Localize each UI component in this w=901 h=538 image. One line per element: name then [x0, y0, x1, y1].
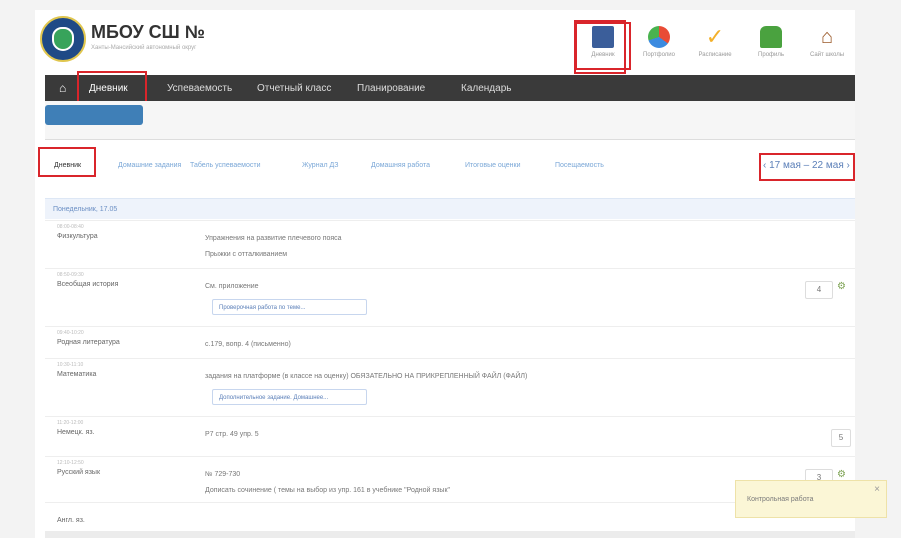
header: МБОУ СШ № Ханты-Мансийский автономный ок…: [35, 10, 855, 72]
lesson-time: 09:40-10:20: [57, 330, 84, 336]
lesson-time: 11:20-12:00: [57, 420, 84, 426]
tab-grades-table[interactable]: Табель успеваемости: [190, 162, 260, 169]
check-icon: ✓: [705, 24, 725, 49]
gear-icon[interactable]: ⚙: [837, 281, 846, 292]
app-label: Профиль: [758, 52, 784, 58]
app-profile-button[interactable]: Профиль: [743, 22, 799, 70]
lesson-row: 11:20-12:00 Немецк. яз. Р7 стр. 49 упр. …: [45, 416, 855, 457]
lesson-subject: Родная литература: [57, 339, 120, 346]
grade-badge: 5: [831, 429, 851, 447]
close-icon[interactable]: ×: [874, 484, 880, 495]
day-title: Понедельник, 17.05: [53, 206, 118, 213]
tab-hw-journal[interactable]: Журнал ДЗ: [302, 162, 338, 169]
nav-item-report-class[interactable]: Отчетный класс: [257, 83, 331, 94]
app-label: Сайт школы: [809, 52, 845, 58]
homework-item: Упражнения на развитие плечевого пояса: [205, 235, 342, 242]
homework-item: с.179, вопр. 4 (письменно): [205, 341, 291, 348]
grade-badge: 4: [805, 281, 833, 299]
lesson-row: 10:30-11:10 Математика задания на платфо…: [45, 358, 855, 417]
notification-text[interactable]: Контрольная работа: [747, 496, 813, 503]
homework-item: Прыжки с отталкиванием: [205, 251, 288, 258]
homework-item: См. приложение: [205, 283, 259, 290]
app-frame: МБОУ СШ № Ханты-Мансийский автономный ок…: [35, 10, 855, 538]
notification-toast: Контрольная работа ×: [735, 480, 887, 518]
lesson-subject: Математика: [57, 371, 97, 378]
lesson-row: 08:00-08:40 Физкультура Упражнения на ра…: [45, 220, 855, 269]
lesson-time: 10:30-11:10: [57, 362, 84, 368]
lesson-subject: Физкультура: [57, 233, 98, 240]
tab-homework[interactable]: Домашние задания: [118, 162, 181, 169]
tab-final-grades[interactable]: Итоговые оценки: [465, 162, 521, 169]
tab-home-work[interactable]: Домашняя работа: [371, 162, 430, 169]
nav-item-progress[interactable]: Успеваемость: [167, 83, 232, 94]
lesson-subject: Русский язык: [57, 469, 101, 476]
lesson-time: 08:00-08:40: [57, 224, 84, 230]
highlight-week-switcher: [759, 153, 855, 181]
app-label: Портфолио: [643, 52, 675, 58]
home-icon[interactable]: ⌂: [59, 81, 66, 95]
lesson-subject: Англ. яз.: [57, 517, 85, 524]
nav-item-calendar[interactable]: Календарь: [461, 83, 511, 94]
homework-item: задания на платформе (в классе на оценку…: [205, 373, 528, 380]
lesson-subject: Немецк. яз.: [57, 429, 95, 436]
highlight-tab-diary: [38, 147, 96, 177]
app-label: Расписание: [698, 52, 732, 58]
app-site-button[interactable]: ⌂ Сайт школы: [799, 22, 855, 70]
person-icon: [760, 26, 782, 48]
lesson-time: 12:10-12:50: [57, 460, 84, 466]
lesson-row: 08:50-09:30 Всеобщая история См. приложе…: [45, 268, 855, 327]
homework-item: № 729-730: [205, 471, 241, 478]
attachment-link[interactable]: Дополнительное задание. Домашнее...: [212, 389, 367, 405]
highlight-app-diary: [574, 20, 626, 74]
tab-attendance[interactable]: Посещаемость: [555, 162, 604, 169]
chart-icon: [648, 26, 670, 48]
lesson-row: 09:40-10:20 Родная литература с.179, воп…: [45, 326, 855, 359]
school-title: МБОУ СШ №: [91, 22, 205, 42]
app-schedule-button[interactable]: ✓ Расписание: [687, 22, 743, 70]
lesson-time: 08:50-09:30: [57, 272, 84, 278]
school-subtitle: Ханты-Мансийский автономный округ: [91, 45, 197, 51]
lesson-row: Англ. яз.: [45, 502, 855, 532]
gear-icon[interactable]: ⚙: [837, 469, 846, 480]
lesson-subject: Всеобщая история: [57, 281, 119, 288]
highlight-nav-diary: [77, 71, 147, 105]
subheader: [45, 101, 855, 140]
nav-item-planning[interactable]: Планирование: [357, 83, 425, 94]
bottom-scroll-area[interactable]: [45, 531, 855, 538]
homework-item: Дописать сочинение ( темы на выбор из уп…: [205, 487, 450, 494]
tabs: Дневник Домашние задания Табель успеваем…: [45, 155, 855, 181]
primary-action-button[interactable]: [45, 105, 143, 125]
homework-item: Р7 стр. 49 упр. 5: [205, 431, 259, 438]
attachment-link[interactable]: Проверочная работа по теме...: [212, 299, 367, 315]
day-header: Понедельник, 17.05: [45, 198, 855, 219]
app-portfolio-button[interactable]: Портфолио: [631, 22, 687, 70]
main-nav: ⌂ Дневник Успеваемость Отчетный класс Пл…: [45, 75, 855, 101]
home-icon: ⌂: [820, 26, 834, 48]
school-logo-icon: [40, 16, 86, 62]
lesson-row: 12:10-12:50 Русский язык № 729-730 Допис…: [45, 456, 855, 503]
